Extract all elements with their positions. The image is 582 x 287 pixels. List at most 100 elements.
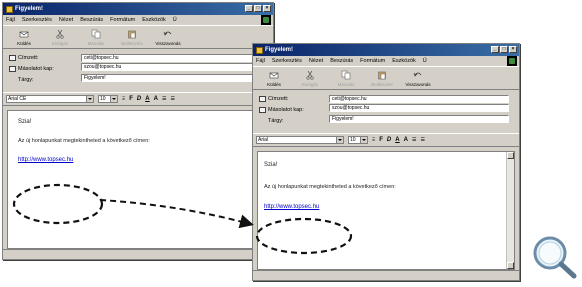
format-toolbar: Arial 10 Ξ F D A A ☰ ☰ bbox=[253, 133, 519, 147]
bold-button[interactable]: F bbox=[379, 137, 383, 143]
chevron-down-icon bbox=[110, 96, 117, 102]
to-field[interactable]: ceti@topsec.hu bbox=[329, 94, 509, 103]
title-bar[interactable]: Figyelem! _ □ × bbox=[3, 3, 273, 15]
subject-field[interactable]: Figyelem! bbox=[81, 74, 261, 82]
address-book-icon[interactable] bbox=[9, 54, 16, 61]
send-button[interactable]: Küldés bbox=[11, 29, 37, 48]
menu-edit[interactable]: Szerkesztés bbox=[22, 17, 52, 23]
close-button[interactable]: × bbox=[509, 46, 517, 53]
scroll-down-button[interactable] bbox=[507, 262, 514, 269]
cc-field[interactable]: szou@topsec.hu bbox=[81, 63, 261, 71]
cc-label: Másolatot kap: bbox=[268, 106, 304, 113]
paste-icon bbox=[378, 71, 386, 80]
font-select[interactable]: Arial bbox=[256, 136, 344, 144]
menu-tools[interactable]: Eszközök bbox=[392, 58, 416, 64]
font-color-button[interactable]: A bbox=[404, 137, 408, 143]
menu-bar: Fájl Szerkesztés Nézet Beszúrás Formátum… bbox=[253, 56, 519, 66]
menu-insert[interactable]: Beszúrás bbox=[330, 58, 353, 64]
menu-format[interactable]: Formátum bbox=[110, 17, 135, 23]
menu-message[interactable]: Ü bbox=[173, 17, 177, 23]
paste-button[interactable]: Beillesztés bbox=[369, 70, 395, 89]
menu-bar: Fájl Szerkesztés Nézet Beszúrás Formátum… bbox=[3, 15, 273, 25]
send-button[interactable]: Küldés bbox=[261, 70, 287, 89]
status-bar bbox=[3, 249, 273, 259]
close-button[interactable]: × bbox=[263, 5, 271, 12]
to-label: Címzett: bbox=[268, 95, 289, 102]
message-body[interactable]: Szia! Az új honlapunkat megtekintheted a… bbox=[7, 110, 269, 249]
send-icon bbox=[19, 31, 29, 38]
bullet-list-icon[interactable]: ☰ bbox=[420, 137, 424, 143]
body-link[interactable]: http://www.topsec.hu bbox=[264, 204, 319, 210]
underline-button[interactable]: A bbox=[145, 96, 149, 102]
minimize-button[interactable]: _ bbox=[491, 46, 499, 53]
vertical-scrollbar[interactable] bbox=[506, 152, 514, 269]
send-icon bbox=[269, 72, 279, 79]
to-label: Címzett: bbox=[18, 54, 39, 61]
status-bar bbox=[253, 270, 519, 280]
numbered-list-icon[interactable]: ☰ bbox=[162, 96, 166, 102]
maximize-button[interactable]: □ bbox=[254, 5, 262, 12]
windows-logo-icon bbox=[507, 56, 517, 66]
subject-label: Tárgy: bbox=[18, 76, 34, 83]
toolbar: Küldés Kivágás Másolás Beillesztés Vissz… bbox=[3, 25, 273, 49]
paste-icon bbox=[128, 30, 136, 39]
mail-icon bbox=[256, 46, 263, 54]
font-size-select[interactable]: 10 bbox=[348, 136, 368, 144]
menu-edit[interactable]: Szerkesztés bbox=[272, 58, 302, 64]
cc-label: Másolatot kap: bbox=[18, 65, 54, 72]
body-greeting: Szia! bbox=[264, 162, 278, 168]
address-book-icon[interactable] bbox=[259, 106, 266, 113]
font-color-button[interactable]: A bbox=[154, 96, 158, 102]
cc-field[interactable]: szou@topsec.hu bbox=[329, 104, 509, 112]
body-line: Az új honlapunkat megtekintheted a követ… bbox=[18, 138, 150, 144]
font-size-select[interactable]: 10 bbox=[98, 95, 118, 103]
chevron-down-icon bbox=[336, 137, 343, 143]
style-icon[interactable]: Ξ bbox=[372, 137, 375, 143]
italic-button[interactable]: D bbox=[387, 137, 391, 143]
menu-format[interactable]: Formátum bbox=[360, 58, 385, 64]
italic-button[interactable]: D bbox=[137, 96, 141, 102]
copy-button[interactable]: Másolás bbox=[333, 70, 359, 89]
menu-insert[interactable]: Beszúrás bbox=[80, 17, 103, 23]
format-toolbar: Arial CE 10 Ξ F D A A ☰ ☰ bbox=[3, 92, 273, 106]
title-bar[interactable]: Figyelem! _ □ × bbox=[253, 44, 519, 56]
scroll-up-button[interactable] bbox=[507, 152, 514, 159]
font-select[interactable]: Arial CE bbox=[6, 95, 94, 103]
magnifier-icon bbox=[533, 236, 577, 279]
undo-button[interactable]: Visszavonás bbox=[155, 29, 181, 48]
underline-button[interactable]: A bbox=[395, 137, 399, 143]
menu-view[interactable]: Nézet bbox=[309, 58, 323, 64]
undo-button[interactable]: Visszavonás bbox=[405, 70, 431, 89]
undo-icon bbox=[163, 31, 172, 36]
menu-file[interactable]: Fájl bbox=[256, 58, 265, 64]
style-icon[interactable]: Ξ bbox=[122, 96, 125, 102]
address-book-icon[interactable] bbox=[9, 65, 16, 72]
body-line: Az új honlapunkat megtekintheted a követ… bbox=[264, 184, 396, 190]
copy-icon bbox=[91, 29, 101, 39]
paste-button[interactable]: Beillesztés bbox=[119, 29, 145, 48]
body-greeting: Szia! bbox=[18, 119, 32, 125]
message-body[interactable]: Szia! Az új honlapunkat megtekintheted a… bbox=[257, 151, 515, 270]
window-title: Figyelem! bbox=[15, 6, 44, 12]
toolbar: Küldés Kivágás Másolás Beillesztés Vissz… bbox=[253, 66, 519, 90]
address-book-icon[interactable] bbox=[259, 95, 266, 102]
menu-file[interactable]: Fájl bbox=[6, 17, 15, 23]
header-fields: Címzett: ceti@topsec.hu Másolatot kap: s… bbox=[253, 90, 519, 133]
subject-field[interactable]: Figyelem! bbox=[329, 115, 509, 123]
bold-button[interactable]: F bbox=[129, 96, 133, 102]
body-link[interactable]: http://www.topsec.hu bbox=[18, 157, 73, 163]
chevron-down-icon bbox=[360, 137, 367, 143]
menu-view[interactable]: Nézet bbox=[59, 17, 73, 23]
maximize-button[interactable]: □ bbox=[500, 46, 508, 53]
copy-button[interactable]: Másolás bbox=[83, 29, 109, 48]
windows-logo-icon bbox=[261, 15, 271, 25]
numbered-list-icon[interactable]: ☰ bbox=[412, 137, 416, 143]
cut-button[interactable]: Kivágás bbox=[47, 29, 73, 48]
window-title: Figyelem! bbox=[265, 47, 294, 53]
menu-tools[interactable]: Eszközök bbox=[142, 17, 166, 23]
bullet-list-icon[interactable]: ☰ bbox=[170, 96, 174, 102]
menu-message[interactable]: Ü bbox=[423, 58, 427, 64]
cut-button[interactable]: Kivágás bbox=[297, 70, 323, 89]
to-field[interactable]: ceti@topsec.hu bbox=[81, 53, 261, 62]
minimize-button[interactable]: _ bbox=[245, 5, 253, 12]
